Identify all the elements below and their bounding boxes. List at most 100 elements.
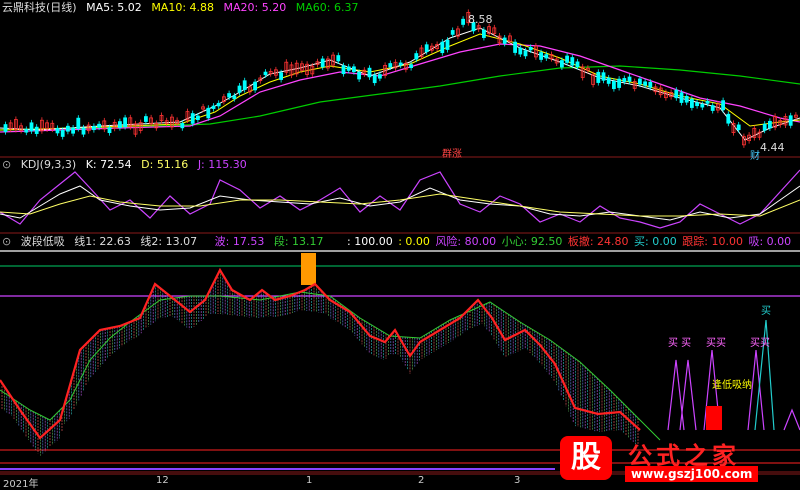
candle-body <box>606 77 611 84</box>
candle-body <box>523 50 528 57</box>
candle-body <box>341 65 346 75</box>
low-price-label: 4.44 <box>760 141 785 154</box>
kdj-title: KDJ(9,3,3) <box>20 158 77 171</box>
orange-signal-bar <box>301 253 316 285</box>
candle-body <box>180 123 185 129</box>
candle-body <box>60 130 65 137</box>
candle-body <box>195 115 200 120</box>
indicator-title: 波段低吸 <box>20 235 65 248</box>
candle-body <box>237 85 242 93</box>
ma10-line <box>0 33 800 131</box>
candle-body <box>227 93 232 98</box>
mark-tag: 群涨 <box>442 149 462 160</box>
candle-body <box>24 129 29 133</box>
candle-body <box>539 52 543 60</box>
candle-body <box>762 123 767 131</box>
candle-body <box>206 107 211 119</box>
candle-body <box>648 81 653 88</box>
x-label-1: 12 <box>156 475 169 486</box>
candle-body <box>596 71 601 83</box>
candle-body <box>684 95 689 103</box>
candle-body <box>190 113 195 124</box>
candle-body <box>367 67 372 78</box>
bo-value: 波: 17.53 <box>214 235 265 248</box>
x-label-3: 2 <box>418 475 425 486</box>
candle-body <box>398 62 403 66</box>
x-label-0: 2021年 <box>3 479 39 490</box>
candle-body <box>700 104 705 108</box>
candle-body <box>705 100 710 104</box>
buy-label-1: 买 买 <box>668 338 692 349</box>
candle-body <box>768 120 772 129</box>
candle-body <box>336 55 341 62</box>
candle-body <box>560 60 564 68</box>
indicator-header: ⊙ 波段低吸 线1: 22.63 线2: 13.07 波: 17.53 段: 1… <box>2 235 797 249</box>
candle-body <box>279 72 284 80</box>
wave-ribbon <box>1 270 639 456</box>
candle-body <box>211 105 216 109</box>
candle-body <box>528 47 533 51</box>
candle-body <box>320 58 325 68</box>
candle-body <box>3 124 8 133</box>
candle-body <box>118 121 122 128</box>
genzong-value: 跟踪: 10.00 <box>682 235 743 248</box>
candle-body <box>71 127 75 134</box>
mai-value: 买: 0.00 <box>634 235 677 248</box>
candle-body <box>788 115 793 126</box>
candle-body <box>232 95 237 100</box>
duan-value: 段: 13.17 <box>273 235 324 248</box>
candle-body <box>638 78 642 85</box>
candle-body <box>216 102 221 107</box>
candle-body <box>502 37 507 44</box>
watermark-url: www.gszj100.com <box>625 466 759 482</box>
kdj-j-line <box>0 169 800 229</box>
candle-body <box>570 57 575 66</box>
candle-body <box>55 127 60 134</box>
candle-body <box>461 18 466 25</box>
x-label-4: 3 <box>514 475 521 486</box>
candle-body <box>575 61 580 68</box>
candle-body <box>710 105 715 111</box>
candle-body <box>612 80 616 90</box>
settings-icon[interactable]: ⊙ <box>2 235 11 248</box>
candle-body <box>263 71 268 76</box>
candle-body <box>409 64 414 69</box>
candle-body <box>643 81 647 86</box>
candle-body <box>351 66 356 73</box>
candle-body <box>76 117 81 129</box>
candle-body <box>544 54 549 59</box>
candle-body <box>29 122 34 132</box>
candle-body <box>690 98 694 108</box>
low-tag: 财 <box>750 151 760 162</box>
kdj-header: ⊙ KDJ(9,3,3) K: 72.54 D: 51.16 J: 115.30 <box>2 158 253 172</box>
settings-icon[interactable]: ⊙ <box>2 158 11 171</box>
v0-value: : 0.00 <box>398 235 430 248</box>
dixi-label: 逢低吸纳 <box>712 380 752 391</box>
xi-value: 吸: 0.00 <box>748 235 792 248</box>
kdj-d-value: D: 51.16 <box>141 158 189 171</box>
candle-body <box>622 78 627 82</box>
high-price-label: 8.58 <box>468 13 493 26</box>
candle-body <box>388 63 393 68</box>
candle-body <box>414 53 419 60</box>
candle-body <box>513 41 517 53</box>
v100-value: : 100.00 <box>347 235 393 248</box>
candle-body <box>736 124 741 131</box>
buy-label-4: 买 <box>761 306 771 317</box>
candle-body <box>726 113 731 124</box>
kdj-k-line <box>0 185 800 221</box>
candle-body <box>253 81 258 91</box>
candle-body <box>377 74 382 79</box>
candle-body <box>674 89 679 99</box>
candle-body <box>440 41 445 54</box>
line2-green <box>0 291 661 441</box>
candle-body <box>372 74 377 84</box>
candle-body <box>627 76 632 82</box>
kdj-j-value: J: 115.30 <box>197 158 247 171</box>
candle-body <box>617 78 621 88</box>
buy-label-3: 买买 <box>750 338 770 349</box>
candle-body <box>357 71 362 80</box>
candle-body <box>66 125 70 132</box>
watermark-logo: 股 <box>560 436 612 480</box>
candle-body <box>679 92 684 103</box>
